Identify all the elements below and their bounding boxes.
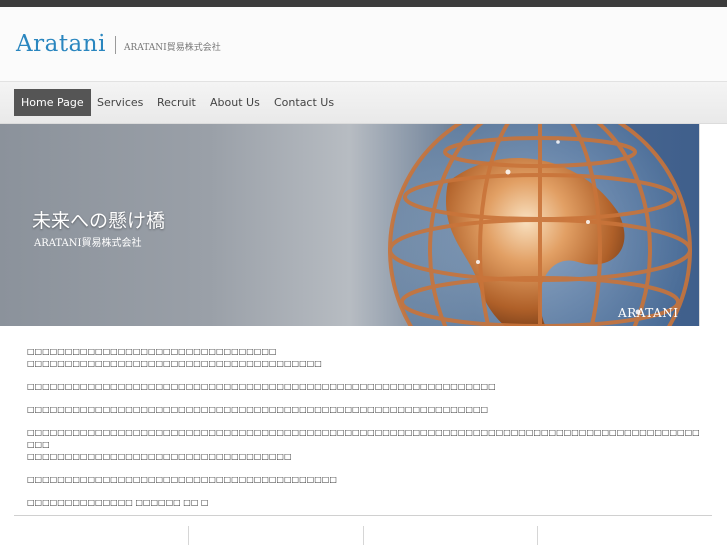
- footer-column-divider: [537, 526, 538, 545]
- content-paragraph: □□□□□□□□□□□□□□□□□□□□□□□□□□□□□□□□□ □□□□□□…: [27, 347, 322, 368]
- nav-item-home[interactable]: Home Page: [14, 89, 91, 116]
- main-nav: Home Page Services Recruit About Us Cont…: [0, 82, 727, 124]
- top-bar: [0, 0, 727, 7]
- footer-column-divider: [363, 526, 364, 545]
- nav-item-services[interactable]: Services: [90, 89, 150, 116]
- hero-brand: ARATANI: [618, 306, 679, 320]
- hero-subtitle: ARATANI貿易株式会社: [34, 238, 142, 249]
- nav-item-about-us[interactable]: About Us: [203, 89, 267, 116]
- hero-banner: 未来への懸け橋 ARATANI貿易株式会社 ARATANI: [0, 124, 699, 326]
- site-logo[interactable]: Aratani: [16, 31, 106, 57]
- hero-side-panel: [699, 124, 727, 326]
- site-header: Aratani ARATANI貿易株式会社: [0, 7, 727, 82]
- logo-divider: [115, 36, 116, 54]
- hero-title: 未来への懸け橋: [32, 210, 166, 232]
- content-paragraph: □□□□□□□□□□□□□□□□□□□□□□□□□□□□□□□□□□□□□□□□…: [27, 475, 337, 484]
- footer-column-divider: [188, 526, 189, 545]
- content-divider: [14, 515, 712, 516]
- content-paragraph: □□□□□□□□□□□□□□□□□□□□□□□□□□□□□□□□□□□□□□□□…: [27, 405, 489, 414]
- content-paragraph: □□□□□□□□□□□□□□□□□□□□□□□□□□□□□□□□□□□□□□□□…: [27, 382, 496, 391]
- nav-item-contact-us[interactable]: Contact Us: [267, 89, 341, 116]
- company-name: ARATANI貿易株式会社: [124, 43, 221, 53]
- content-paragraph: □□□□□□□□□□□□□□□□□□□□□□□□□□□□□□□□□□□□□□□□…: [27, 428, 700, 461]
- main-content: □□□□□□□□□□□□□□□□□□□□□□□□□□□□□□□□□ □□□□□□…: [27, 346, 707, 520]
- nav-item-recruit[interactable]: Recruit: [150, 89, 203, 116]
- globe-graphic: [388, 124, 692, 326]
- content-paragraph: □□□□□□□□□□□□□□ □□□□□□ □□ □: [27, 498, 209, 507]
